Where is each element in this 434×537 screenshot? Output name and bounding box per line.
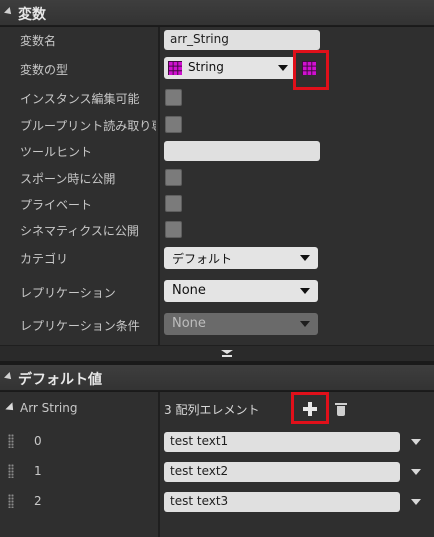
expand-advanced-icon — [221, 350, 233, 358]
row-expose-cinematics: シネマティクスに公開 — [0, 217, 434, 243]
highlight-box-container-type — [293, 50, 329, 90]
variable-type-value: String — [188, 60, 224, 74]
variables-section-title: 変数 — [18, 7, 46, 23]
array-name-label: Arr String — [20, 401, 78, 415]
row-variable-type: 変数の型 String — [0, 50, 434, 90]
replication-dropdown[interactable]: None — [164, 280, 318, 302]
trash-can — [337, 406, 345, 416]
default-value-section-title: デフォルト値 — [18, 372, 102, 388]
blueprint-readonly-checkbox[interactable] — [165, 116, 182, 133]
array-element-index: 0 — [34, 434, 42, 448]
row-replication: レプリケーション None — [0, 279, 434, 305]
default-value-panel: Arr String 3 配列エレメント 0 test text1 1 test… — [0, 392, 434, 537]
expose-cinematics-checkbox[interactable] — [165, 221, 182, 238]
replication-condition-label: レプリケーション条件 — [20, 319, 140, 333]
category-label: カテゴリ — [20, 252, 69, 266]
replication-value: None — [172, 283, 206, 298]
row-expose-on-spawn: スポーン時に公開 — [0, 165, 434, 191]
row-array-header: Arr String 3 配列エレメント — [0, 392, 434, 424]
variable-type-label: 変数の型 — [20, 63, 69, 77]
row-blueprint-readonly: ブループリント読み取り専 — [0, 112, 434, 138]
array-element-input[interactable]: test text2 — [164, 462, 400, 482]
variable-name-label: 変数名 — [20, 34, 57, 48]
element-options-chevron-icon[interactable] — [411, 439, 421, 445]
collapse-triangle-icon — [4, 372, 14, 382]
chevron-down-icon — [300, 288, 310, 294]
collapse-triangle-icon — [4, 7, 14, 17]
row-tooltip: ツールヒント — [0, 138, 434, 164]
drag-handle-icon[interactable] — [8, 434, 14, 448]
replication-condition-dropdown: None — [164, 313, 318, 335]
element-options-chevron-icon[interactable] — [411, 499, 421, 505]
tooltip-input[interactable] — [164, 141, 320, 161]
instance-editable-checkbox[interactable] — [165, 89, 182, 106]
highlight-box-add-element — [291, 392, 329, 424]
array-collapse-triangle-icon[interactable] — [5, 402, 17, 414]
instance-editable-label: インスタンス編集可能 — [20, 92, 140, 106]
array-element-index: 2 — [34, 494, 42, 508]
expose-on-spawn-label: スポーン時に公開 — [20, 172, 116, 186]
chevron-down-icon — [300, 255, 310, 261]
variable-name-input[interactable]: arr_String — [164, 30, 320, 50]
array-element-row: 0 test text1 — [0, 429, 434, 455]
array-element-input[interactable]: test text1 — [164, 432, 400, 452]
default-value-section-header[interactable]: デフォルト値 — [0, 365, 434, 391]
private-label: プライベート — [20, 198, 93, 212]
row-replication-condition: レプリケーション条件 None — [0, 312, 434, 338]
row-category: カテゴリ デフォルト — [0, 245, 434, 271]
chevron-down-icon — [278, 65, 288, 71]
expose-cinematics-label: シネマティクスに公開 — [20, 224, 139, 238]
array-element-index: 1 — [34, 464, 42, 478]
row-instance-editable: インスタンス編集可能 — [0, 85, 434, 111]
chevron-down-icon — [300, 321, 310, 327]
advanced-expander[interactable] — [0, 345, 434, 361]
expose-on-spawn-checkbox[interactable] — [165, 169, 182, 186]
category-dropdown[interactable]: デフォルト — [164, 247, 318, 269]
string-array-pin-icon — [168, 61, 182, 75]
variables-section-header[interactable]: 変数 — [0, 0, 434, 26]
tooltip-label: ツールヒント — [20, 145, 93, 159]
variable-type-dropdown[interactable]: String — [164, 57, 296, 79]
trash-lid — [335, 403, 347, 405]
row-private: プライベート — [0, 191, 434, 217]
blueprint-readonly-label: ブループリント読み取り専 — [20, 119, 156, 133]
element-options-chevron-icon[interactable] — [411, 469, 421, 475]
replication-condition-value: None — [172, 316, 206, 331]
array-element-row: 1 test text2 — [0, 459, 434, 485]
category-value: デフォルト — [172, 252, 233, 266]
trash-icon[interactable] — [335, 402, 347, 416]
array-count-text: 3 配列エレメント — [164, 403, 260, 417]
array-element-input[interactable]: test text3 — [164, 492, 400, 512]
drag-handle-icon[interactable] — [8, 464, 14, 478]
variables-panel: 変数名 arr_String 変数の型 String インスタンス編集可能 ブル… — [0, 27, 434, 345]
drag-handle-icon[interactable] — [8, 494, 14, 508]
array-element-row: 2 test text3 — [0, 489, 434, 515]
private-checkbox[interactable] — [165, 195, 182, 212]
replication-label: レプリケーション — [20, 286, 116, 300]
row-variable-name: 変数名 arr_String — [0, 27, 434, 53]
